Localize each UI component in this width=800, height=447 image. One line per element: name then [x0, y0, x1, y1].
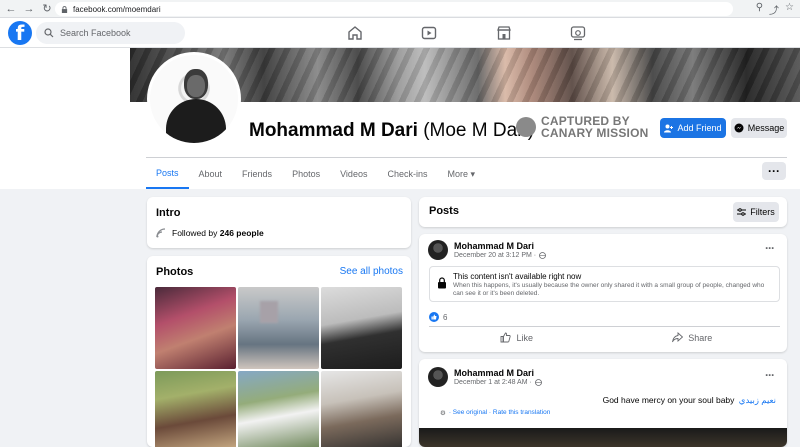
post-meta: December 20 at 3:12 PM ·	[454, 252, 546, 259]
search-box[interactable]: Search Facebook	[36, 22, 185, 44]
profile-name: Mohammad M Dari (Moe M Dari)	[249, 120, 534, 142]
post-text: God have mercy on your soul baby نعيم زب…	[603, 395, 776, 406]
gaming-icon[interactable]	[569, 24, 587, 42]
reaction-count: 6	[443, 312, 448, 322]
post-card: Mohammad M Dari December 1 at 2:48 AM · …	[419, 359, 787, 447]
watermark-stamp: CAPTURED BY CANARY MISSION	[516, 115, 648, 139]
share-page-icon[interactable]: ⤴	[769, 2, 779, 17]
profile-name-primary: Mohammad M Dari	[249, 120, 418, 141]
post-options-icon[interactable]: ···	[765, 241, 775, 255]
zoom-icon[interactable]: ⚲	[756, 2, 763, 17]
profile-tabs: Posts About Friends Photos Videos Check-…	[146, 159, 485, 189]
photos-title: Photos	[156, 266, 194, 278]
share-icon	[672, 332, 684, 343]
like-button[interactable]: Like	[429, 327, 605, 348]
tab-more[interactable]: More ▾	[437, 159, 485, 189]
intro-title: Intro	[156, 207, 181, 219]
gear-icon: ⚙	[440, 410, 446, 417]
photo-thumbnail[interactable]	[155, 371, 236, 447]
post-author-name[interactable]: Mohammad M Dari	[454, 241, 534, 251]
add-friend-button[interactable]: Add Friend	[660, 118, 726, 138]
messenger-icon	[734, 123, 744, 133]
photo-thumbnail[interactable]	[155, 287, 236, 369]
tab-friends[interactable]: Friends	[232, 159, 282, 189]
add-friend-label: Add Friend	[677, 123, 722, 133]
like-reaction-icon	[429, 312, 439, 322]
post-card: Mohammad M Dari December 20 at 3:12 PM ·…	[419, 234, 787, 352]
address-bar[interactable]: facebook.com/moemdari	[55, 2, 733, 16]
tab-photos[interactable]: Photos	[282, 159, 330, 189]
post-options-icon[interactable]: ···	[765, 368, 775, 382]
like-label: Like	[516, 332, 533, 343]
translation-row: ⚙ · See original · Rate this translation	[440, 409, 550, 417]
search-placeholder: Search Facebook	[60, 28, 131, 38]
browser-toolbar: ← → ↻ facebook.com/moemdari ⚲ ⤴ ☆	[0, 0, 800, 18]
marketplace-icon[interactable]	[495, 24, 513, 42]
intro-card: Intro Followed by 246 people	[147, 197, 411, 248]
share-label: Share	[688, 332, 713, 343]
tab-divider	[146, 157, 787, 158]
globe-icon	[534, 379, 542, 386]
profile-header: Mohammad M Dari (Moe M Dari) CAPTURED BY…	[0, 48, 800, 189]
post-image[interactable]	[419, 428, 787, 447]
filters-button[interactable]: Filters	[733, 202, 779, 222]
filters-icon	[737, 208, 747, 216]
post-text-english: God have mercy on your soul baby	[602, 395, 735, 405]
post-author-avatar[interactable]	[428, 367, 448, 387]
lock-icon	[61, 5, 68, 13]
tab-posts[interactable]: Posts	[146, 159, 189, 189]
post-date[interactable]: December 20 at 3:12 PM ·	[454, 252, 536, 259]
photo-thumbnail[interactable]	[238, 371, 319, 447]
thumbs-up-icon	[501, 332, 512, 343]
post-meta: December 1 at 2:48 AM ·	[454, 379, 542, 386]
forward-icon[interactable]: →	[22, 2, 36, 16]
see-all-photos-link[interactable]: See all photos	[340, 266, 403, 277]
watch-video-icon[interactable]	[420, 24, 438, 42]
profile-avatar[interactable]	[147, 52, 241, 146]
logo-letter: f	[15, 21, 25, 45]
photo-thumbnail[interactable]	[321, 287, 402, 369]
share-button[interactable]: Share	[605, 327, 781, 348]
more-options-button[interactable]: ···	[762, 162, 786, 180]
translation-links[interactable]: · See original · Rate this translation	[449, 409, 551, 417]
message-button[interactable]: Message	[731, 118, 787, 138]
bookmark-star-icon[interactable]: ☆	[785, 2, 794, 17]
followed-by-row: Followed by 246 people	[156, 228, 264, 238]
post-date[interactable]: December 1 at 2:48 AM ·	[454, 379, 532, 386]
tab-check-ins[interactable]: Check-ins	[377, 159, 437, 189]
photo-thumbnail[interactable]	[321, 371, 402, 447]
followers-icon	[156, 228, 166, 238]
stamp-line-2: CANARY MISSION	[541, 126, 649, 140]
tab-about[interactable]: About	[189, 159, 233, 189]
posts-header-card: Posts Filters	[419, 197, 787, 227]
unavailable-content-box: This content isn't available right now W…	[429, 266, 780, 302]
canary-logo-icon	[516, 117, 536, 137]
lock-icon	[438, 277, 446, 289]
followed-count[interactable]: 246 people	[220, 228, 264, 238]
post-text-arabic[interactable]: نعيم زبيدي	[739, 395, 776, 405]
message-label: Message	[747, 123, 785, 133]
back-icon[interactable]: ←	[4, 2, 18, 16]
followed-prefix: Followed by	[172, 228, 218, 238]
filters-label: Filters	[750, 207, 775, 217]
unavailable-title: This content isn't available right now	[453, 272, 582, 281]
reload-icon[interactable]: ↻	[40, 2, 54, 16]
tab-videos[interactable]: Videos	[330, 159, 377, 189]
unavailable-description: When this happens, it's usually because …	[453, 282, 765, 297]
facebook-top-nav: f Search Facebook	[0, 18, 800, 48]
post-author-avatar[interactable]	[428, 240, 448, 260]
posts-title: Posts	[429, 205, 459, 217]
reaction-summary[interactable]: 6	[429, 312, 447, 322]
home-icon[interactable]	[346, 24, 364, 42]
post-actions: Like Share	[429, 326, 780, 348]
photo-grid	[155, 287, 403, 447]
photo-thumbnail[interactable]	[238, 287, 319, 369]
photos-card: Photos See all photos	[147, 256, 411, 447]
post-author-name[interactable]: Mohammad M Dari	[454, 368, 534, 378]
globe-icon	[539, 252, 546, 259]
add-person-icon	[664, 124, 674, 132]
url-text: facebook.com/moemdari	[73, 4, 161, 14]
facebook-logo[interactable]: f	[8, 21, 32, 45]
search-icon	[44, 28, 54, 38]
